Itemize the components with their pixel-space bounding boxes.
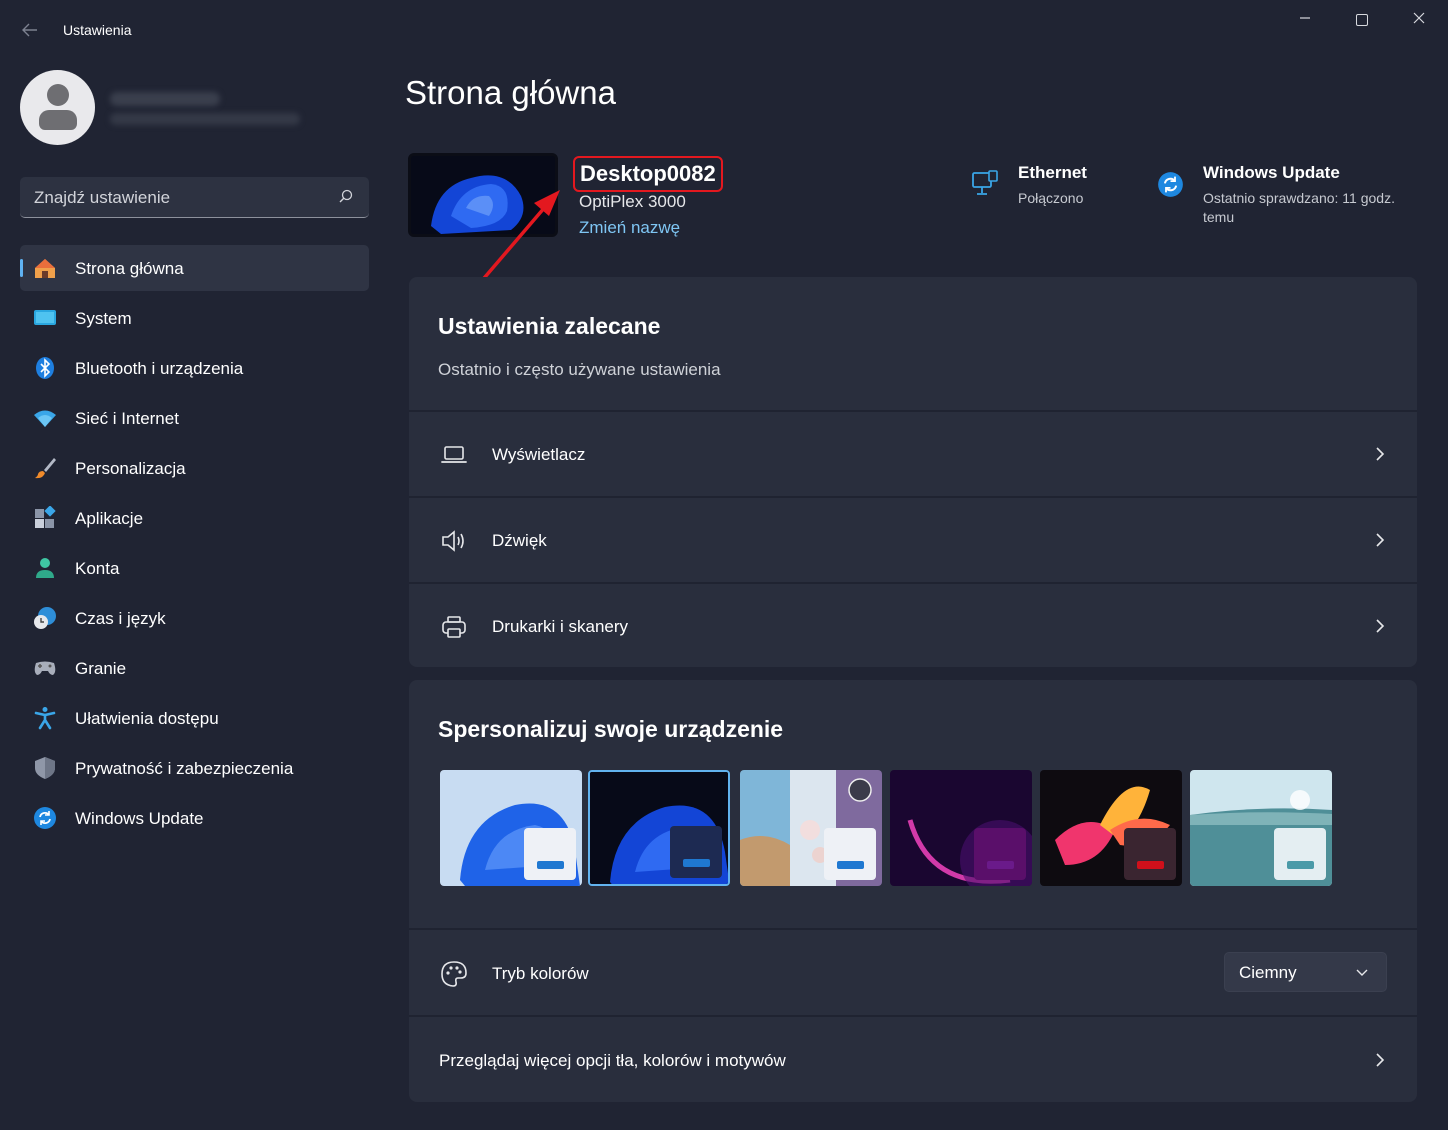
home-icon: [35, 259, 55, 278]
globe-clock-icon: [34, 607, 56, 629]
palette-icon: [441, 961, 467, 987]
search-icon[interactable]: [339, 189, 353, 203]
more-personalization-label: Przeglądaj więcej opcji tła, kolorów i m…: [439, 1051, 786, 1070]
more-personalization-row[interactable]: Przeglądaj więcej opcji tła, kolorów i m…: [409, 1015, 1417, 1102]
recommended-settings-card: Ustawienia zalecane Ostatnio i często uż…: [409, 277, 1417, 667]
apps-icon: [35, 506, 56, 528]
sidebar-item-label: Strona główna: [75, 259, 184, 278]
gamepad-icon: [34, 661, 56, 675]
color-mode-label: Tryb kolorów: [492, 964, 589, 983]
sidebar-item-label: Czas i język: [75, 609, 166, 628]
chevron-right-icon: [1376, 1053, 1385, 1067]
color-mode-value: Ciemny: [1239, 963, 1297, 982]
recommended-item-sound[interactable]: Dźwięk: [409, 496, 1417, 582]
sidebar-item-windows-update[interactable]: Windows Update: [20, 795, 369, 841]
sidebar-item-label: System: [75, 309, 132, 328]
update-title: Windows Update: [1203, 163, 1340, 182]
sidebar-item-network[interactable]: Sieć i Internet: [20, 395, 369, 441]
color-mode-dropdown[interactable]: Ciemny: [1224, 952, 1387, 992]
device-name: Desktop0082: [573, 156, 723, 192]
sidebar-item-gaming[interactable]: Granie: [20, 645, 369, 691]
sidebar-item-accounts[interactable]: Konta: [20, 545, 369, 591]
sidebar-item-home[interactable]: Strona główna: [20, 245, 369, 291]
device-model: OptiPlex 3000: [579, 192, 686, 211]
monitor-icon: [34, 310, 56, 325]
sidebar-item-label: Konta: [75, 559, 120, 578]
theme-flow[interactable]: [1190, 770, 1332, 886]
sidebar-item-label: Ułatwienia dostępu: [75, 709, 219, 728]
printers-label: Drukarki i skanery: [492, 617, 629, 636]
display-label: Wyświetlacz: [492, 445, 586, 464]
rename-link[interactable]: Zmień nazwę: [579, 218, 680, 238]
chevron-right-icon: [1376, 447, 1385, 461]
sidebar-item-apps[interactable]: Aplikacje: [20, 495, 369, 541]
search-placeholder: Znajdź ustawienie: [34, 188, 171, 207]
sidebar-item-label: Sieć i Internet: [75, 409, 179, 428]
sidebar-item-label: Windows Update: [75, 809, 204, 828]
app-title: Ustawienia: [63, 22, 132, 38]
windows-update-status[interactable]: Windows Update Ostatnio sprawdzano: 11 g…: [1203, 163, 1428, 227]
personalize-title: Spersonalizuj swoje urządzenie: [438, 716, 784, 742]
theme-windows-dark[interactable]: [588, 770, 730, 886]
color-mode-row: Tryb kolorów Ciemny: [409, 928, 1417, 1015]
sidebar-item-privacy[interactable]: Prywatność i zabezpieczenia: [20, 745, 369, 791]
ethernet-icon: [972, 170, 998, 195]
sidebar-item-system[interactable]: System: [20, 295, 369, 341]
bluetooth-icon: [36, 357, 54, 379]
printer-icon: [442, 616, 466, 638]
device-wallpaper-thumbnail: [408, 153, 558, 237]
personalize-card: Spersonalizuj swoje urządzenie Tryb kolo…: [409, 680, 1417, 1102]
sidebar-item-label: Prywatność i zabezpieczenia: [75, 759, 294, 778]
shield-icon: [35, 757, 55, 779]
user-email-redacted: [110, 113, 300, 125]
laptop-icon: [441, 446, 467, 463]
sound-label: Dźwięk: [492, 531, 547, 550]
sidebar-item-time-language[interactable]: Czas i język: [20, 595, 369, 641]
close-icon[interactable]: [1396, 6, 1442, 34]
theme-windows-spotlight[interactable]: [740, 770, 882, 886]
sidebar-item-label: Personalizacja: [75, 459, 186, 478]
sidebar-item-accessibility[interactable]: Ułatwienia dostępu: [20, 695, 369, 741]
sidebar-item-label: Aplikacje: [75, 509, 144, 528]
recommended-item-display[interactable]: Wyświetlacz: [409, 410, 1417, 496]
update-icon: [1158, 172, 1183, 197]
ethernet-state: Połączono: [1018, 190, 1084, 206]
update-last-checked: Ostatnio sprawdzano: 11 godz. temu: [1203, 190, 1395, 225]
theme-glow[interactable]: [890, 770, 1032, 886]
chevron-right-icon: [1376, 619, 1385, 633]
sidebar-nav: Strona główna System Bluetooth i urządze…: [20, 245, 369, 845]
sidebar-item-personalization[interactable]: Personalizacja: [20, 445, 369, 491]
speaker-icon: [442, 530, 464, 552]
sidebar-item-label: Bluetooth i urządzenia: [75, 359, 244, 378]
ethernet-title: Ethernet: [1018, 163, 1087, 182]
minimize-icon[interactable]: [1282, 6, 1328, 34]
wifi-icon: [34, 410, 56, 427]
account-icon: [36, 558, 54, 578]
theme-captured-motion[interactable]: [1040, 770, 1182, 886]
user-name-redacted: [110, 92, 220, 106]
recommended-item-printers[interactable]: Drukarki i skanery: [409, 582, 1417, 667]
page-title: Strona główna: [405, 74, 616, 111]
sidebar-item-bluetooth[interactable]: Bluetooth i urządzenia: [20, 345, 369, 391]
chevron-down-icon: [1356, 969, 1368, 976]
theme-windows-light[interactable]: [440, 770, 582, 886]
search-input[interactable]: Znajdź ustawienie: [20, 177, 369, 218]
maximize-icon[interactable]: [1339, 6, 1385, 34]
arrow-left-icon[interactable]: [16, 18, 44, 44]
recommended-title: Ustawienia zalecane: [438, 313, 661, 339]
brush-icon: [35, 458, 56, 479]
accessibility-icon: [34, 707, 56, 730]
avatar[interactable]: [20, 70, 95, 145]
title-bar: Ustawienia: [0, 0, 1448, 60]
chevron-right-icon: [1376, 533, 1385, 547]
recommended-subtitle: Ostatnio i często używane ustawienia: [438, 360, 721, 379]
sidebar-item-label: Granie: [75, 659, 127, 678]
ethernet-status[interactable]: Ethernet Połączono: [1018, 163, 1087, 208]
update-icon: [34, 807, 56, 829]
